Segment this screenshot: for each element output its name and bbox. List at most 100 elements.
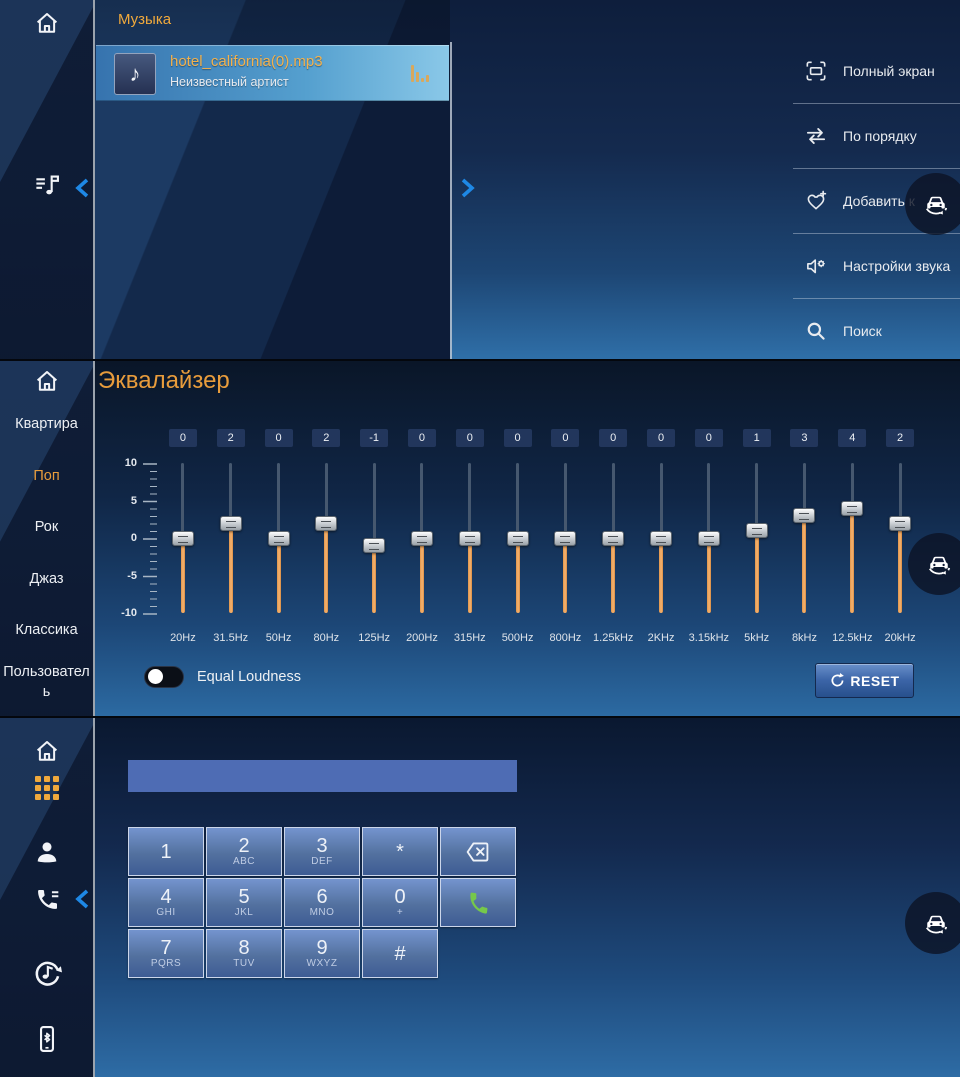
- equalizer-band: 0 800Hz: [542, 429, 590, 654]
- slider-track[interactable]: [755, 463, 758, 531]
- slider-track[interactable]: [612, 463, 615, 538]
- band-value-badge: 0: [169, 429, 197, 447]
- reset-button[interactable]: RESET: [815, 663, 914, 698]
- key-*[interactable]: *: [362, 827, 438, 876]
- slider-thumb[interactable]: [411, 531, 433, 546]
- slider-thumb[interactable]: [698, 531, 720, 546]
- key-4[interactable]: 4 GHI: [128, 878, 204, 927]
- key-call[interactable]: [440, 878, 516, 927]
- slider-thumb[interactable]: [602, 531, 624, 546]
- collapse-chevron-left-icon[interactable]: [74, 888, 91, 910]
- equal-loudness-label: Equal Loudness: [197, 669, 301, 685]
- car-mode-button[interactable]: [905, 173, 960, 235]
- slider-thumb[interactable]: [650, 531, 672, 546]
- slider-fill[interactable]: [850, 508, 854, 613]
- phone-number-display[interactable]: [128, 760, 517, 792]
- home-icon[interactable]: [0, 8, 93, 38]
- slider-fill[interactable]: [755, 531, 759, 614]
- key-9[interactable]: 9 WXYZ: [284, 929, 360, 978]
- car-sync-icon: [920, 545, 958, 583]
- slider-fill[interactable]: [516, 538, 520, 613]
- equalizer-preset[interactable]: Классика: [0, 605, 93, 657]
- slider-thumb[interactable]: [315, 516, 337, 531]
- play-order-icon: [803, 123, 829, 149]
- slider-thumb[interactable]: [889, 516, 911, 531]
- slider-track[interactable]: [420, 463, 423, 538]
- slider-track[interactable]: [325, 463, 328, 523]
- slider-track[interactable]: [707, 463, 710, 538]
- slider-track[interactable]: [564, 463, 567, 538]
- slider-fill[interactable]: [468, 538, 472, 613]
- slider-fill[interactable]: [181, 538, 185, 613]
- slider-thumb[interactable]: [268, 531, 290, 546]
- toggle-knob: [148, 669, 163, 684]
- slider-thumb[interactable]: [554, 531, 576, 546]
- car-sync-icon: [917, 904, 955, 942]
- key-0[interactable]: 0 +: [362, 878, 438, 927]
- band-value-badge: 0: [265, 429, 293, 447]
- equal-loudness-toggle[interactable]: [144, 666, 184, 688]
- slider-fill[interactable]: [277, 538, 281, 613]
- slider-track[interactable]: [516, 463, 519, 538]
- home-icon[interactable]: [0, 736, 93, 766]
- sound-settings-icon: [803, 253, 829, 279]
- band-value-badge: 1: [743, 429, 771, 447]
- slider-thumb[interactable]: [793, 508, 815, 523]
- collapse-chevron-left-icon[interactable]: [74, 177, 91, 199]
- slider-track[interactable]: [277, 463, 280, 538]
- equalizer-preset[interactable]: Пользователь: [0, 657, 93, 709]
- slider-fill[interactable]: [659, 538, 663, 613]
- slider-fill[interactable]: [898, 523, 902, 613]
- slider-fill[interactable]: [420, 538, 424, 613]
- slider-track[interactable]: [181, 463, 184, 538]
- equalizer-band: 0 200Hz: [398, 429, 446, 654]
- key-8[interactable]: 8 TUV: [206, 929, 282, 978]
- slider-fill[interactable]: [229, 523, 233, 613]
- slider-fill[interactable]: [324, 523, 328, 613]
- key-6[interactable]: 6 MNO: [284, 878, 360, 927]
- menu-item-search[interactable]: Поиск: [793, 298, 960, 359]
- menu-item-fullscreen[interactable]: Полный экран: [793, 38, 960, 103]
- dialpad-icon[interactable]: [0, 776, 93, 800]
- slider-fill[interactable]: [802, 516, 806, 614]
- expand-chevron-right-icon[interactable]: [459, 177, 476, 199]
- slider-track[interactable]: [660, 463, 663, 538]
- equalizer-preset[interactable]: Рок: [0, 502, 93, 554]
- slider-thumb[interactable]: [459, 531, 481, 546]
- slider-fill[interactable]: [372, 546, 376, 614]
- menu-item-play-order[interactable]: Добавить к По порядку: [793, 103, 960, 168]
- slider-track[interactable]: [373, 463, 376, 546]
- slider-thumb[interactable]: [220, 516, 242, 531]
- slider-thumb[interactable]: [172, 531, 194, 546]
- key-backspace[interactable]: [440, 827, 516, 876]
- bluetooth-device-icon[interactable]: [0, 1022, 93, 1056]
- key-7[interactable]: 7 PQRS: [128, 929, 204, 978]
- slider-thumb[interactable]: [841, 501, 863, 516]
- track-row[interactable]: ♪ hotel_california(0).mp3 Неизвестный ар…: [96, 45, 449, 101]
- equalizer-preset[interactable]: Джаз: [0, 554, 93, 606]
- slider-thumb[interactable]: [746, 523, 768, 538]
- key-1[interactable]: 1: [128, 827, 204, 876]
- equalizer-preset[interactable]: Квартира: [0, 399, 93, 451]
- equalizer-preset[interactable]: Поп: [0, 451, 93, 503]
- contacts-icon[interactable]: [0, 836, 93, 868]
- car-mode-button[interactable]: [905, 892, 960, 954]
- slider-track[interactable]: [229, 463, 232, 523]
- slider-fill[interactable]: [707, 538, 711, 613]
- slider-thumb[interactable]: [507, 531, 529, 546]
- backspace-icon: [463, 841, 493, 863]
- menu-item-sound-settings[interactable]: Настройки звука: [793, 233, 960, 298]
- key-3[interactable]: 3 DEF: [284, 827, 360, 876]
- key-5[interactable]: 5 JKL: [206, 878, 282, 927]
- slider-track[interactable]: [899, 463, 902, 523]
- key-2[interactable]: 2 ABC: [206, 827, 282, 876]
- slider-fill[interactable]: [563, 538, 567, 613]
- slider-track[interactable]: [468, 463, 471, 538]
- audio-icon[interactable]: [0, 956, 93, 990]
- slider-thumb[interactable]: [363, 538, 385, 553]
- home-icon[interactable]: [0, 366, 93, 396]
- equalizer-band: 0 315Hz: [446, 429, 494, 654]
- call-icon: [465, 890, 491, 916]
- key-#[interactable]: #: [362, 929, 438, 978]
- slider-fill[interactable]: [611, 538, 615, 613]
